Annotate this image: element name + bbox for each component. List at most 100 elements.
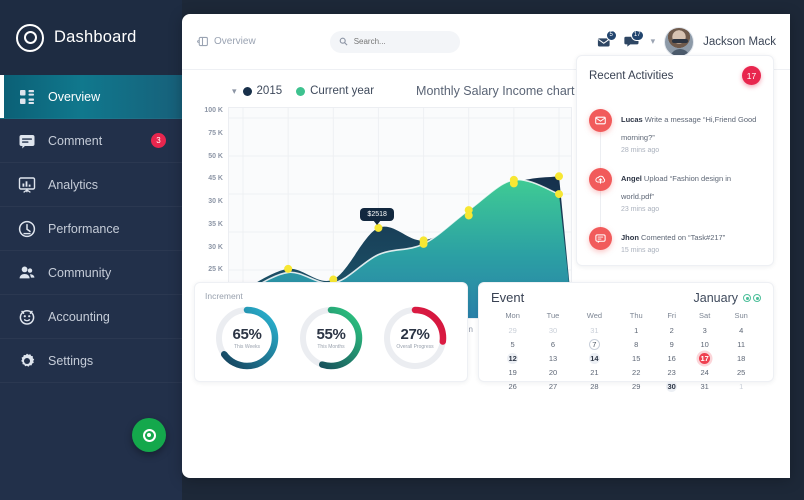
recent-activities-title: Recent Activities <box>589 69 674 82</box>
calendar-day[interactable]: 14 <box>572 351 617 365</box>
calendar-day[interactable]: 7 <box>572 337 617 351</box>
calendar-day[interactable]: 5 <box>491 337 534 351</box>
calendar-day-number: 6 <box>550 339 556 349</box>
calendar-day[interactable]: 31 <box>572 323 617 337</box>
chat-notification-button[interactable]: 17 <box>623 29 644 51</box>
calendar-day-number: 15 <box>632 353 641 363</box>
calendar-nav <box>743 294 761 302</box>
calendar-day[interactable]: 12 <box>491 351 534 365</box>
accounting-icon <box>18 308 36 326</box>
legend-swatch <box>296 86 306 96</box>
sidebar: Dashboard Overview Comment 3 Analytics Perfo… <box>0 0 182 500</box>
calendar-day[interactable]: 3 <box>688 323 721 337</box>
calendar-day-number: 21 <box>590 368 599 378</box>
calendar-day[interactable]: 4 <box>721 323 761 337</box>
avatar[interactable] <box>664 26 695 57</box>
calendar-day-number: 28 <box>590 382 599 392</box>
target-fab-button[interactable] <box>132 418 166 452</box>
activity-item[interactable]: Jhon Comented on “Task#217” 15 mins ago <box>589 227 761 254</box>
calendar-day[interactable]: 23 <box>655 366 688 380</box>
calendar-day-number: 20 <box>548 368 558 378</box>
calendar-day[interactable]: 29 <box>617 380 655 394</box>
calendar-day[interactable]: 29 <box>491 323 534 337</box>
calendar-day[interactable]: 21 <box>572 366 617 380</box>
calendar-day[interactable]: 18 <box>721 351 761 365</box>
brand: Dashboard <box>0 0 182 75</box>
calendar-day[interactable]: 1 <box>721 380 761 394</box>
calendar-day-number: 17 <box>699 352 711 364</box>
calendar-day[interactable]: 27 <box>534 380 572 394</box>
search-input[interactable] <box>353 37 451 46</box>
calendar-day-number: 30 <box>666 381 678 393</box>
calendar-grid: Mon Tue Wed Thu Fri Sat Sun 29 30 31 1 2 3 4 5 6 7 8 9 10 1… <box>491 309 761 394</box>
calendar-day[interactable]: 11 <box>721 337 761 351</box>
calendar-day[interactable]: 9 <box>655 337 688 351</box>
search-icon <box>339 37 348 46</box>
legend-entry-current-year[interactable]: Current year <box>296 85 374 97</box>
calendar-weekday: Wed <box>586 311 603 320</box>
calendar-day[interactable]: 30 <box>534 323 572 337</box>
breadcrumb[interactable]: Overview <box>196 35 256 48</box>
calendar-day[interactable]: 10 <box>688 337 721 351</box>
legend-entry-2015[interactable]: 2015 <box>242 85 282 97</box>
calendar-day[interactable]: 8 <box>617 337 655 351</box>
calendar-day[interactable]: 16 <box>655 351 688 365</box>
calendar-day[interactable]: 22 <box>617 366 655 380</box>
sidebar-nav: Overview Comment 3 Analytics Performance Comm… <box>0 75 182 383</box>
sidebar-item-accounting[interactable]: Accounting <box>0 295 182 339</box>
calendar-day[interactable]: 2 <box>655 323 688 337</box>
sidebar-item-comment[interactable]: Comment 3 <box>0 119 182 163</box>
sidebar-item-badge: 3 <box>151 133 166 148</box>
sidebar-item-analytics[interactable]: Analytics <box>0 163 182 207</box>
activity-time: 15 mins ago <box>621 247 660 254</box>
calendar-day[interactable]: 6 <box>534 337 572 351</box>
envelope-icon <box>589 109 612 132</box>
calendar-day[interactable]: 25 <box>721 366 761 380</box>
calendar-month: January <box>693 291 738 305</box>
sidebar-item-label: Accounting <box>48 309 110 324</box>
activity-time: 28 mins ago <box>621 147 660 154</box>
calendar-day-number: 16 <box>667 353 676 363</box>
search-box[interactable] <box>329 30 460 53</box>
calendar-day[interactable]: 13 <box>534 351 572 365</box>
y-tick-label: 45 K <box>208 175 223 183</box>
calendar-day[interactable]: 24 <box>688 366 721 380</box>
activity-time: 23 mins ago <box>621 206 660 213</box>
sidebar-item-community[interactable]: Community <box>0 251 182 295</box>
sidebar-item-settings[interactable]: Settings <box>0 339 182 383</box>
calendar-day[interactable]: 28 <box>572 380 617 394</box>
activity-user: Jhon <box>621 233 639 242</box>
calendar-weekday: Sun <box>734 311 748 320</box>
activity-text: Jhon Comented on “Task#217” <box>621 232 725 242</box>
calendar-week-row: 19 20 21 22 23 24 25 <box>491 366 761 380</box>
calendar-weekday: Fri <box>667 311 677 320</box>
calendar-day[interactable]: 1 <box>617 323 655 337</box>
calendar-day-number: 30 <box>548 325 558 335</box>
chevron-down-icon[interactable]: ▾ <box>232 86 237 97</box>
calendar-day-number: 31 <box>700 382 709 392</box>
calendar-day[interactable]: 31 <box>688 380 721 394</box>
circle-next-icon[interactable] <box>753 294 761 302</box>
chevron-down-icon[interactable]: ▾ <box>651 36 656 47</box>
message-notification-button[interactable]: 5 <box>597 29 617 51</box>
calendar-weekday: Sat <box>699 311 711 320</box>
calendar-day[interactable]: 26 <box>491 380 534 394</box>
sidebar-item-overview[interactable]: Overview <box>0 75 182 119</box>
calendar-day[interactable]: 30 <box>655 380 688 394</box>
calendar-day-number: 14 <box>588 352 600 364</box>
calendar-day[interactable]: 19 <box>491 366 534 380</box>
message-badge-count: 5 <box>605 29 617 41</box>
calendar-weekday: Mon <box>505 311 520 320</box>
activity-item[interactable]: Lucas Write a message “Hi,Friend Good mo… <box>589 109 761 154</box>
calendar-day[interactable]: 15 <box>617 351 655 365</box>
calendar-day[interactable]: 20 <box>534 366 572 380</box>
activity-user: Angel <box>621 174 642 183</box>
sidebar-item-label: Overview <box>48 89 101 104</box>
calendar-weekday: Tue <box>546 311 560 320</box>
calendar-day[interactable]: 17 <box>688 351 721 365</box>
circle-prev-icon[interactable] <box>743 294 751 302</box>
calendar-day-number: 24 <box>700 368 709 378</box>
ring-label: Overall Progress <box>396 344 434 350</box>
activity-item[interactable]: Angel Upload “Fashion design in world.pd… <box>589 168 761 213</box>
sidebar-item-performance[interactable]: Performance <box>0 207 182 251</box>
